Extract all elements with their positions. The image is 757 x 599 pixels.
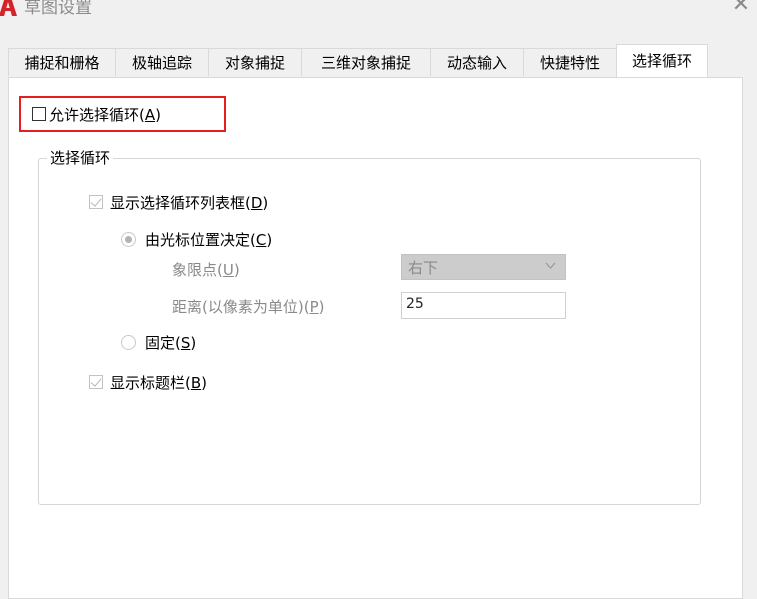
- allow-cycling-checkbox[interactable]: [32, 107, 46, 121]
- fixed-radio[interactable]: [121, 335, 136, 350]
- by-cursor-radio[interactable]: [121, 232, 136, 247]
- tab-snap-grid[interactable]: 捕捉和栅格: [8, 48, 116, 76]
- tab-quick-properties[interactable]: 快捷特性: [523, 48, 617, 76]
- distance-input[interactable]: 25: [401, 292, 566, 319]
- chevron-down-icon: [545, 262, 556, 269]
- autocad-logo-icon: [0, 0, 17, 16]
- tab-3d-object-snap[interactable]: 三维对象捕捉: [301, 48, 431, 76]
- fixed-label: 固定(S): [145, 334, 197, 352]
- close-button[interactable]: ✕: [726, 0, 756, 18]
- tab-object-snap[interactable]: 对象捕捉: [208, 48, 302, 76]
- tab-dynamic-input[interactable]: 动态输入: [430, 48, 524, 76]
- window-title: 草图设置: [24, 0, 92, 18]
- quadrant-select[interactable]: 右下: [401, 254, 566, 280]
- distance-label: 距离(以像素为单位)(P): [172, 298, 325, 316]
- title-bar: 草图设置 ✕: [0, 0, 757, 30]
- tab-selection-cycling[interactable]: 选择循环: [616, 44, 708, 77]
- by-cursor-label: 由光标位置决定(C): [145, 231, 273, 249]
- close-icon: ✕: [731, 0, 751, 17]
- show-list-checkbox[interactable]: [89, 195, 103, 209]
- show-titlebar-label: 显示标题栏(B): [110, 374, 208, 392]
- allow-cycling-label[interactable]: 允许选择循环(A): [49, 104, 161, 125]
- show-list-label: 显示选择循环列表框(D): [110, 194, 269, 212]
- quadrant-label: 象限点(U): [172, 261, 240, 279]
- distance-value: 25: [406, 296, 424, 312]
- group-title: 选择循环: [47, 147, 114, 168]
- quadrant-value: 右下: [408, 259, 439, 277]
- tab-polar-tracking[interactable]: 极轴追踪: [115, 48, 209, 76]
- show-titlebar-checkbox[interactable]: [89, 375, 103, 389]
